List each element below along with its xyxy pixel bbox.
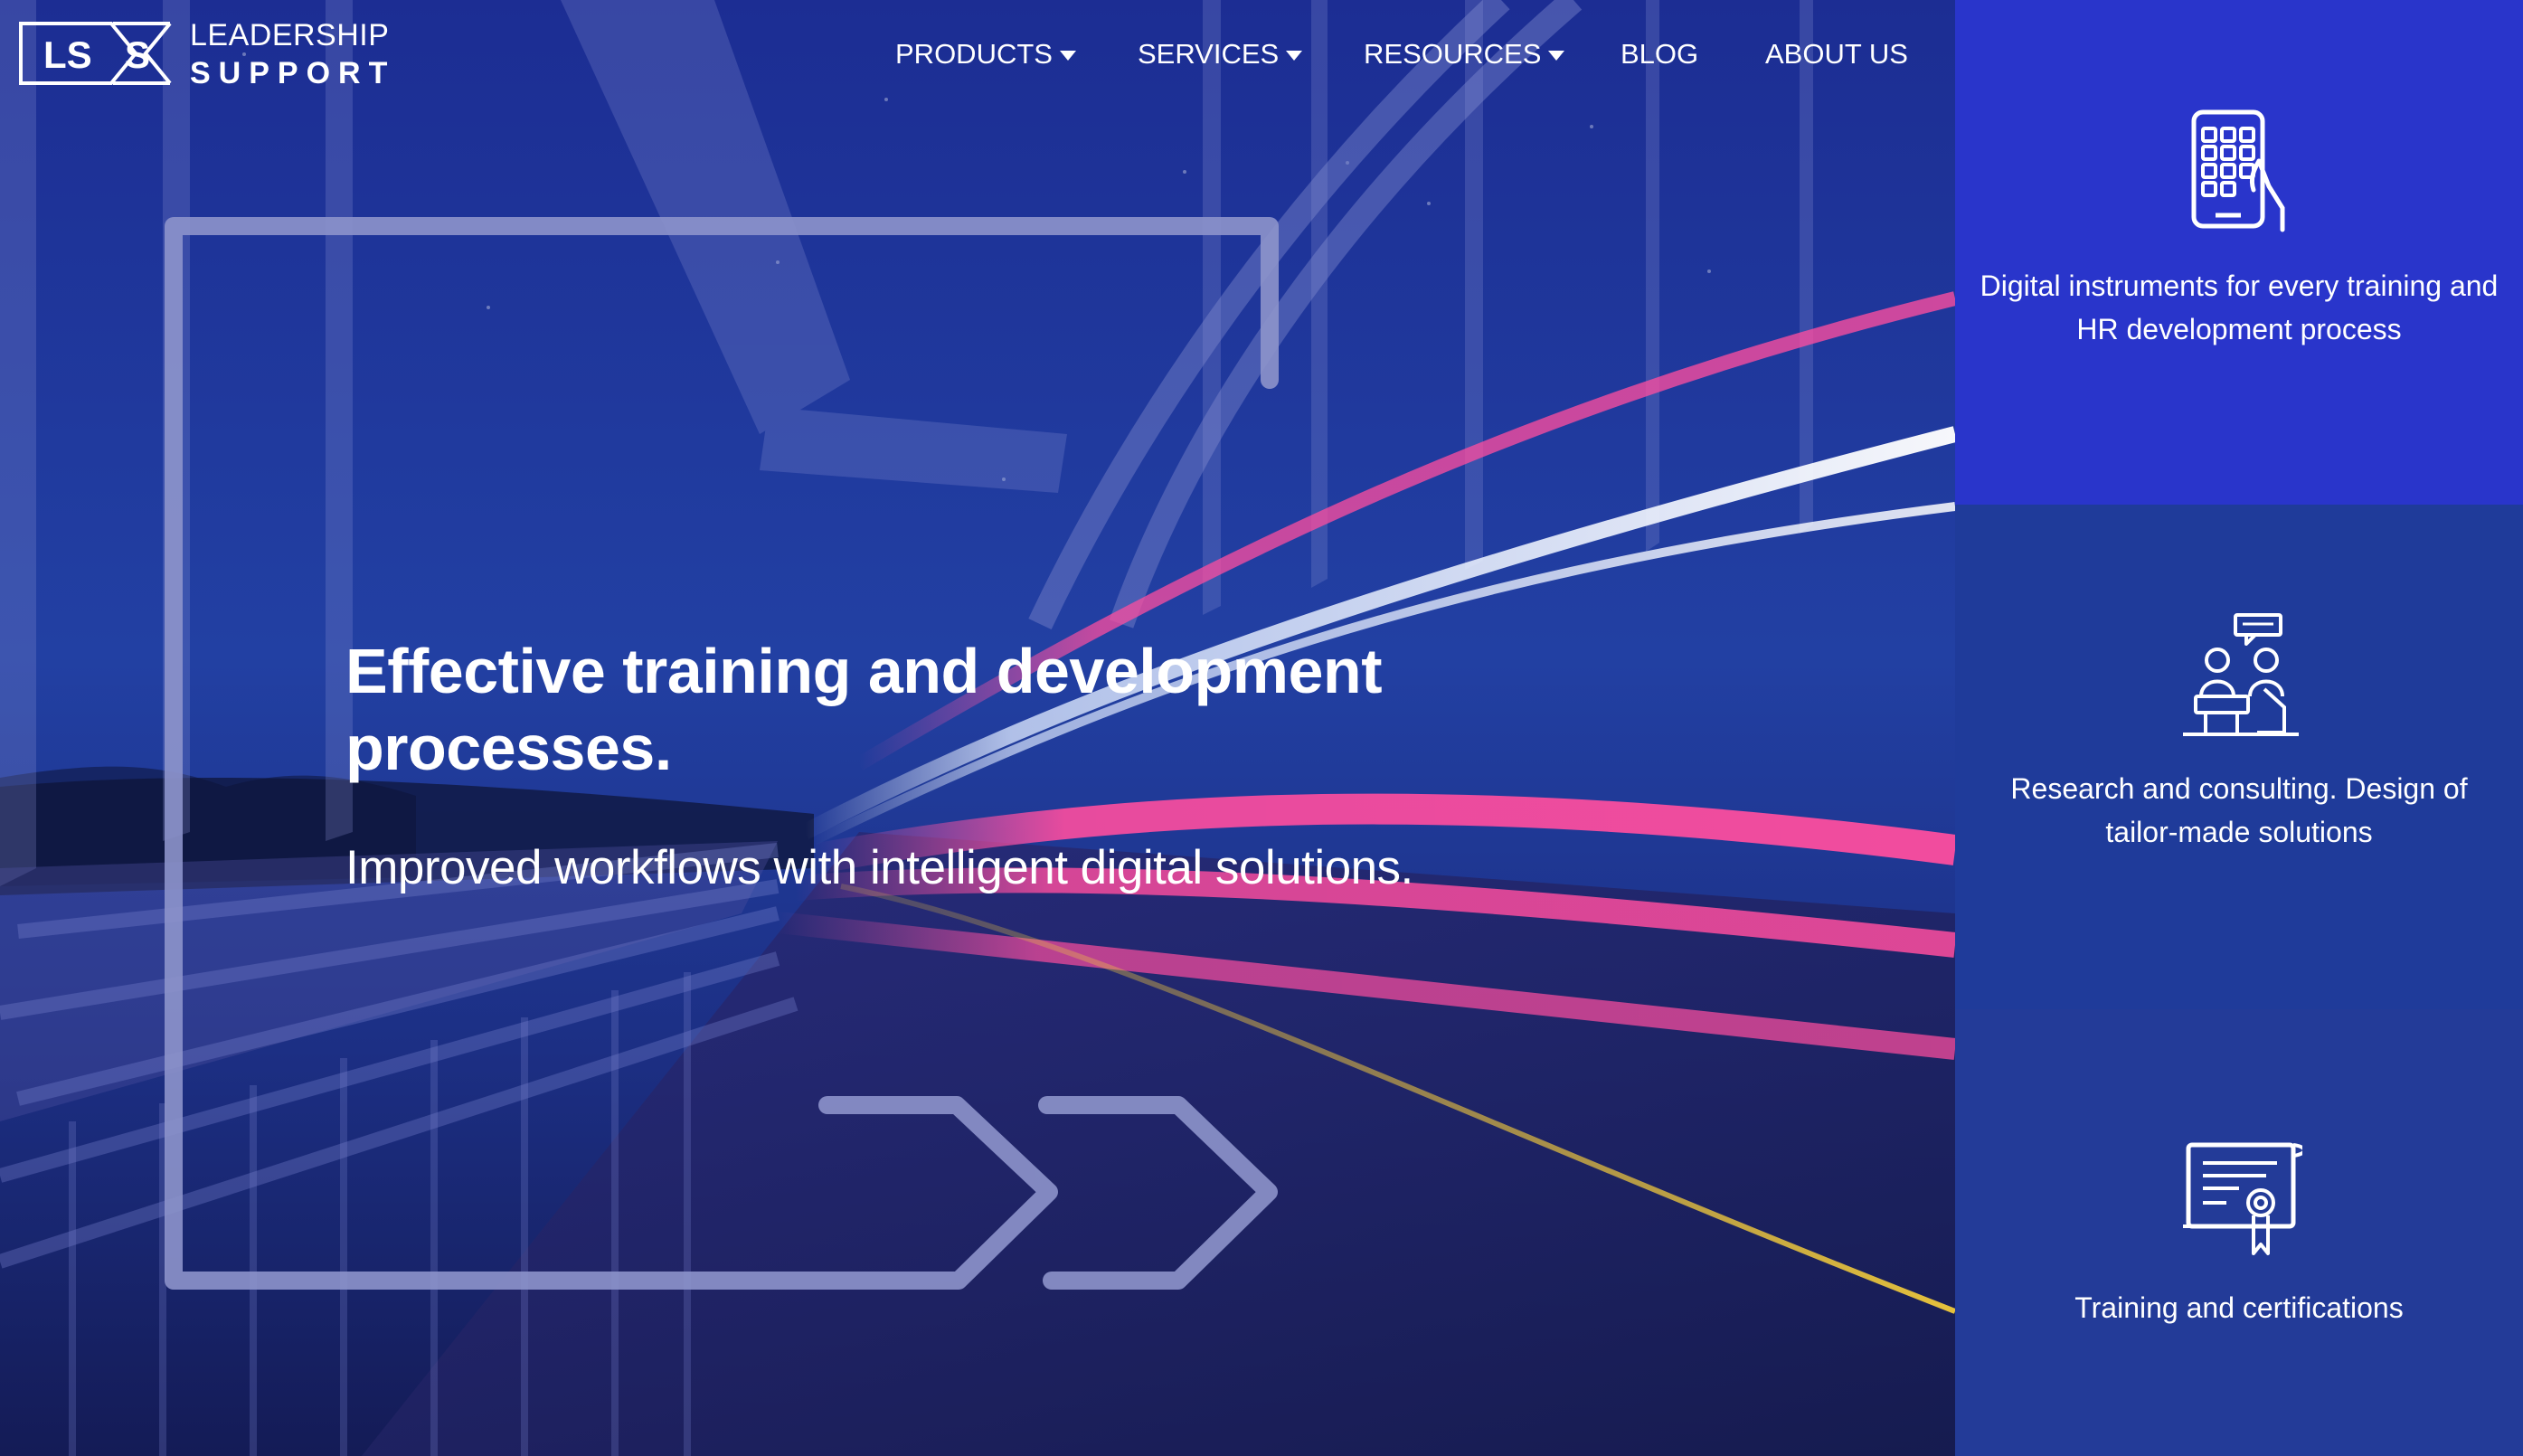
landing-page: LS S LEADERSHIP SUPPORT PRODUCTS SERVICE… [0, 0, 2523, 1456]
chevron-down-icon [1059, 50, 1076, 61]
feature-card-research-consulting[interactable]: Research and consulting. Design of tailo… [1955, 505, 2523, 1009]
nav-item-resources[interactable]: RESOURCES [1364, 34, 1565, 74]
hero-section: LS S LEADERSHIP SUPPORT PRODUCTS SERVICE… [0, 0, 1955, 1456]
nav-item-blog-label: BLOG [1621, 38, 1699, 70]
feature-sidebar: Digital instruments for every training a… [1955, 0, 2523, 1456]
feature-card-training-certifications[interactable]: Training and certifications [1955, 1009, 2523, 1456]
chevron-down-icon [1286, 50, 1303, 61]
chevron-down-icon [1548, 50, 1565, 61]
nav-item-about-us-label: ABOUT US [1765, 38, 1908, 70]
nav-item-blog[interactable]: BLOG [1621, 34, 1698, 74]
nav-item-products-label: PRODUCTS [895, 38, 1053, 70]
feature-card-digital-instruments[interactable]: Digital instruments for every training a… [1955, 0, 2523, 505]
feature-card-research-consulting-text: Research and consulting. Design of tailo… [2010, 772, 2468, 848]
hero-copy: Effective training and development proce… [345, 633, 1521, 897]
tablet-touch-icon [2191, 109, 2285, 232]
nav-item-services-label: SERVICES [1138, 38, 1280, 70]
nav-item-services[interactable]: SERVICES [1138, 34, 1303, 74]
consulting-meeting-icon [2183, 613, 2299, 736]
feature-card-training-certifications-text: Training and certifications [2074, 1291, 2404, 1324]
certificate-icon [2183, 1142, 2302, 1255]
feature-card-digital-instruments-text: Digital instruments for every training a… [1980, 269, 2499, 345]
hero-subheadline: Improved workflows with intelligent digi… [345, 841, 1413, 894]
main-navigation: PRODUCTS SERVICES RESOURCES BLOG ABOUT U… [0, 34, 1955, 74]
hero-headline: Effective training and development proce… [345, 636, 1383, 783]
nav-item-products[interactable]: PRODUCTS [895, 34, 1076, 74]
nav-item-about-us[interactable]: ABOUT US [1765, 34, 1908, 74]
nav-item-resources-label: RESOURCES [1364, 38, 1542, 70]
